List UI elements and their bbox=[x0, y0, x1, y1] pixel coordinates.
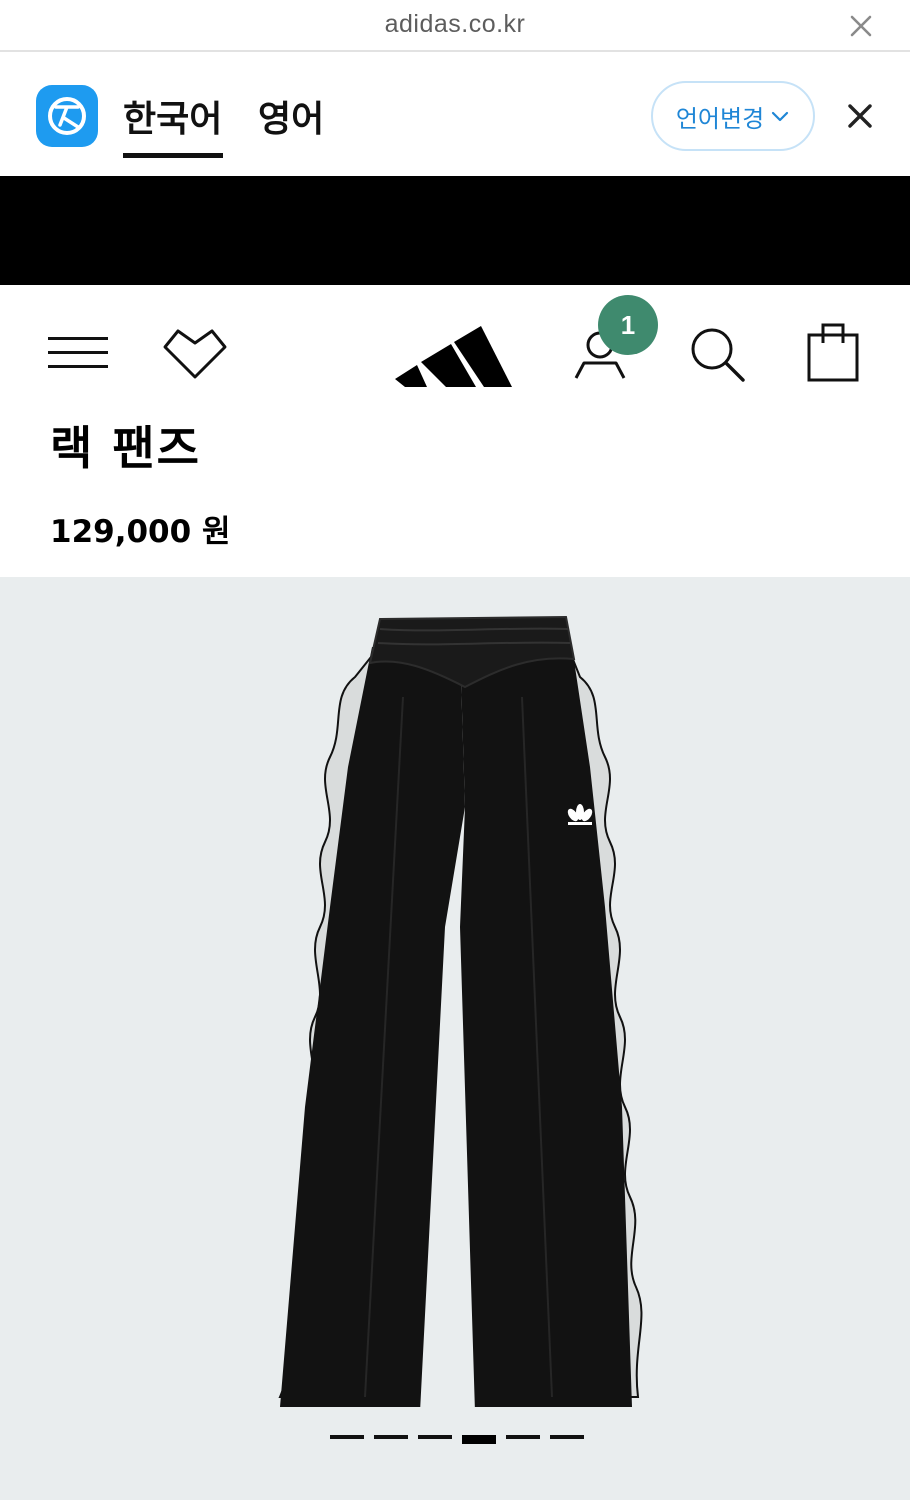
tab-selected-indicator bbox=[123, 153, 223, 158]
carousel-dot[interactable] bbox=[374, 1435, 408, 1439]
adidas-logo[interactable] bbox=[395, 313, 513, 388]
product-image-carousel[interactable] bbox=[0, 577, 910, 1500]
hamburger-menu-icon[interactable] bbox=[48, 335, 108, 371]
account-badge: 1 bbox=[598, 295, 658, 355]
carousel-dot[interactable] bbox=[550, 1435, 584, 1439]
heart-icon[interactable] bbox=[160, 325, 230, 381]
chevron-down-icon bbox=[772, 111, 789, 122]
shopping-bag-icon[interactable] bbox=[806, 321, 860, 383]
close-icon[interactable] bbox=[848, 13, 874, 39]
carousel-dot-active[interactable] bbox=[462, 1435, 496, 1444]
carousel-indicator bbox=[330, 1435, 590, 1445]
product-price: 129,000 원 bbox=[50, 514, 231, 550]
product-title: 랙 팬즈 bbox=[50, 421, 201, 475]
translate-bar: 한국어 영어 언어변경 bbox=[0, 54, 910, 176]
carousel-dot[interactable] bbox=[418, 1435, 452, 1439]
close-translate-icon[interactable] bbox=[846, 102, 874, 130]
site-header: 1 bbox=[0, 285, 910, 410]
change-language-button[interactable]: 언어변경 bbox=[651, 81, 815, 151]
product-image[interactable] bbox=[260, 607, 660, 1407]
url-text[interactable]: adidas.co.kr bbox=[0, 10, 910, 39]
tab-english[interactable]: 영어 bbox=[258, 90, 324, 142]
papago-logo-icon[interactable] bbox=[36, 85, 98, 147]
tab-korean[interactable]: 한국어 bbox=[123, 90, 222, 142]
browser-url-bar: adidas.co.kr bbox=[0, 0, 910, 52]
search-icon[interactable] bbox=[688, 325, 746, 383]
carousel-dot[interactable] bbox=[506, 1435, 540, 1439]
promo-banner[interactable] bbox=[0, 176, 910, 285]
change-language-label: 언어변경 bbox=[675, 104, 765, 133]
carousel-dot[interactable] bbox=[330, 1435, 364, 1439]
